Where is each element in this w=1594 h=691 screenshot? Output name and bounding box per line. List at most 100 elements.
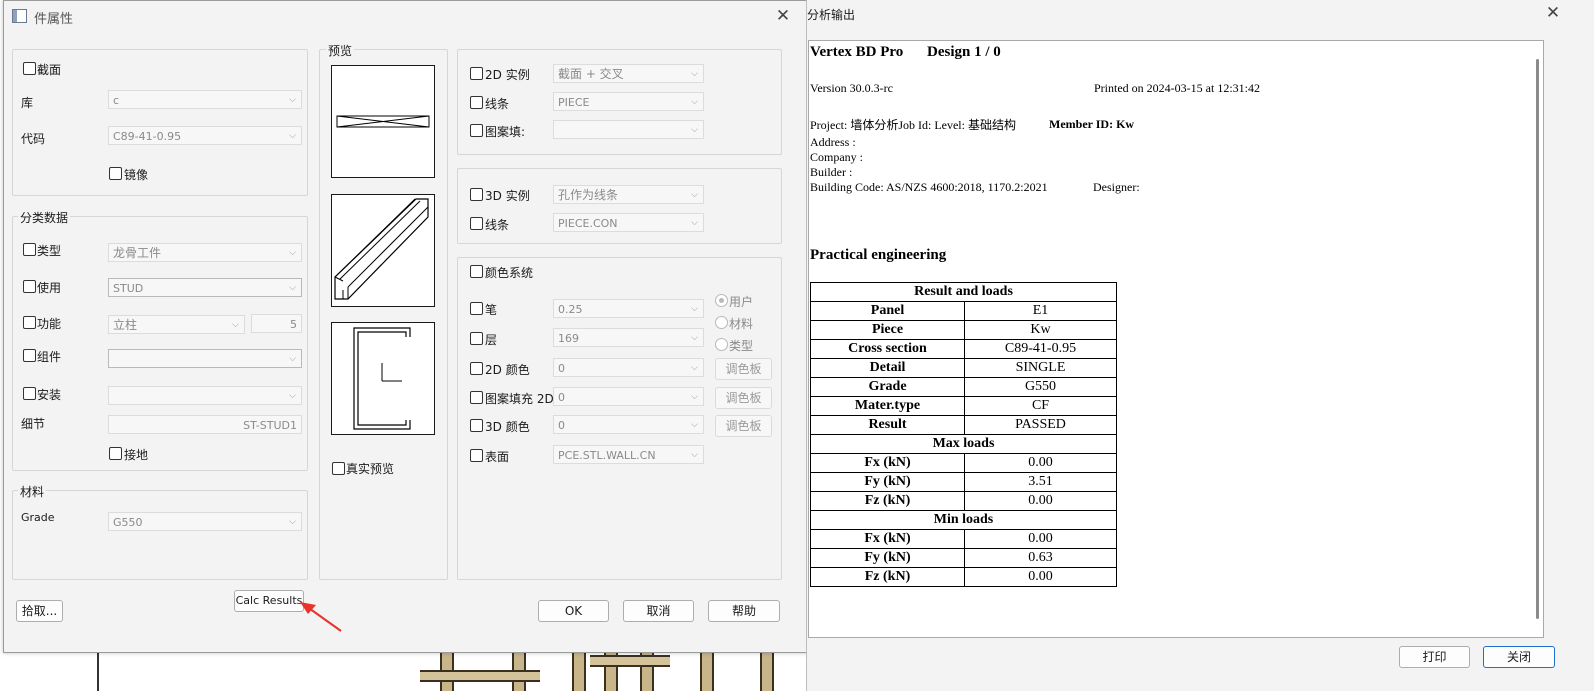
row-value: 3.51 [964, 472, 1117, 492]
palette-button-hatch[interactable]: 调色板 [715, 387, 772, 409]
instance-2d-checkbox[interactable] [470, 67, 483, 80]
chevron-down-icon: ⌵ [289, 283, 296, 293]
table-row: Fx (kN) 0.00 [810, 453, 1117, 473]
annotation-arrow-icon [300, 602, 342, 632]
radio-user-label: 用户 [729, 295, 754, 309]
palette-button-3d[interactable]: 调色板 [715, 415, 772, 437]
lines-3d-label: 线条 [485, 218, 510, 232]
analysis-output-dialog: 分析输出 ✕ Vertex BD Pro Design 1 / 0 Versio… [806, 0, 1594, 691]
color-2d-checkbox[interactable] [470, 362, 483, 375]
pen-checkbox[interactable] [470, 302, 483, 315]
grade-select[interactable]: G550 ⌵ [108, 512, 302, 531]
ok-button[interactable]: OK [538, 600, 609, 622]
report-company: Company : [810, 150, 863, 164]
color-2d-label: 2D 颜色 [485, 363, 530, 377]
type-label: 类型 [37, 244, 62, 258]
report-address: Address : [810, 135, 856, 149]
row-value: 0.00 [964, 453, 1117, 473]
report-designer: Designer: [1093, 180, 1140, 194]
color-system-checkbox[interactable] [470, 265, 483, 278]
layer-select[interactable]: 169 ⌵ [553, 328, 704, 347]
calc-results-button[interactable]: Calc Results [234, 590, 304, 612]
row-value: Kw [964, 320, 1117, 340]
function-select[interactable]: 立柱 ⌵ [108, 315, 245, 334]
pick-button[interactable]: 拾取... [16, 600, 63, 622]
detail-field[interactable]: ST-STUD1 [108, 415, 302, 434]
dialog-title: 件属性 [34, 12, 74, 27]
mirror-checkbox[interactable] [109, 167, 122, 180]
table-row: Max loads [810, 434, 1117, 454]
pen-select[interactable]: 0.25 ⌵ [553, 299, 704, 318]
scrollbar-thumb[interactable] [1536, 59, 1539, 619]
color-2d-select[interactable]: 0 ⌵ [553, 358, 704, 377]
cancel-button[interactable]: 取消 [623, 600, 694, 622]
radio-user[interactable] [715, 294, 728, 307]
report-practical: Practical engineering [810, 247, 947, 263]
chevron-down-icon: ⌵ [232, 320, 239, 330]
table-row: Fy (kN) 3.51 [810, 472, 1117, 492]
function-label: 功能 [37, 317, 62, 331]
instance-3d-select[interactable]: 孔作为线条 ⌵ [553, 185, 704, 204]
dialog-title: 分析输出 [807, 8, 856, 22]
preview-c-profile [331, 322, 435, 435]
hatch-checkbox[interactable] [470, 124, 483, 137]
code-select[interactable]: C89-41-0.95 ⌵ [108, 126, 302, 145]
lines-3d-select[interactable]: PIECE.CON ⌵ [553, 213, 704, 232]
hatch-2d-select[interactable]: 0 ⌵ [553, 387, 704, 406]
function-number-field[interactable]: 5 [251, 314, 302, 333]
report-project: Project: 墙体分析Job Id: Level: 基础结构 [810, 118, 1016, 132]
table-row: Fz (kN) 0.00 [810, 491, 1117, 511]
type-checkbox[interactable] [23, 243, 36, 256]
preview-title: 预览 [326, 42, 355, 59]
lines-2d-checkbox[interactable] [470, 96, 483, 109]
group-select[interactable]: ⌵ [108, 349, 302, 368]
color-3d-select[interactable]: 0 ⌵ [553, 415, 704, 434]
install-select[interactable]: ⌵ [108, 386, 302, 405]
print-button[interactable]: 打印 [1399, 646, 1470, 668]
close-button[interactable]: 关闭 [1483, 646, 1555, 668]
lines-2d-select[interactable]: PIECE ⌵ [553, 92, 704, 111]
group-checkbox[interactable] [23, 349, 36, 362]
instance-2d-select[interactable]: 截面 + 交叉 ⌵ [553, 64, 704, 83]
row-value: C89-41-0.95 [964, 339, 1117, 359]
instance-3d-checkbox[interactable] [470, 188, 483, 201]
row-value: 0.00 [964, 491, 1117, 511]
type-select[interactable]: 龙骨工件 ⌵ [108, 243, 302, 262]
hatch-2d-checkbox[interactable] [470, 391, 483, 404]
surface-checkbox[interactable] [470, 449, 483, 462]
palette-button-2d[interactable]: 调色板 [715, 358, 772, 380]
real-preview-label: 真实预览 [346, 462, 395, 476]
function-checkbox[interactable] [23, 316, 36, 329]
noggin-member [590, 655, 670, 667]
vertical-scrollbar[interactable] [1529, 41, 1543, 637]
use-checkbox[interactable] [23, 280, 36, 293]
use-select[interactable]: STUD ⌵ [108, 278, 302, 297]
color-3d-checkbox[interactable] [470, 419, 483, 432]
library-select[interactable]: c ⌵ [108, 90, 302, 109]
close-icon[interactable]: ✕ [1541, 1, 1565, 25]
install-label: 安装 [37, 388, 62, 402]
lines-3d-checkbox[interactable] [470, 217, 483, 230]
surface-select[interactable]: PCE.STL.WALL.CN ⌵ [553, 445, 704, 464]
chevron-down-icon: ⌵ [289, 354, 296, 364]
ground-checkbox[interactable] [109, 447, 122, 460]
ground-label: 接地 [124, 448, 149, 462]
table-row: Detail SINGLE [810, 358, 1117, 378]
radio-type[interactable] [715, 338, 728, 351]
install-checkbox[interactable] [23, 387, 36, 400]
library-label: 库 [21, 96, 34, 110]
row-value: SINGLE [964, 358, 1117, 378]
section-checkbox[interactable] [23, 62, 36, 75]
radio-material[interactable] [715, 316, 728, 329]
row-key: Panel [810, 301, 965, 321]
section-label: 截面 [37, 63, 62, 77]
table-row: Piece Kw [810, 320, 1117, 340]
real-preview-checkbox[interactable] [332, 462, 345, 475]
help-button[interactable]: 帮助 [708, 600, 780, 622]
layer-checkbox[interactable] [470, 332, 483, 345]
close-icon[interactable]: ✕ [771, 4, 795, 28]
code-label: 代码 [21, 132, 46, 146]
member-3d-drawing [334, 198, 429, 300]
report-design: Design 1 / 0 [927, 44, 1001, 60]
hatch-select[interactable]: ⌵ [553, 120, 704, 139]
